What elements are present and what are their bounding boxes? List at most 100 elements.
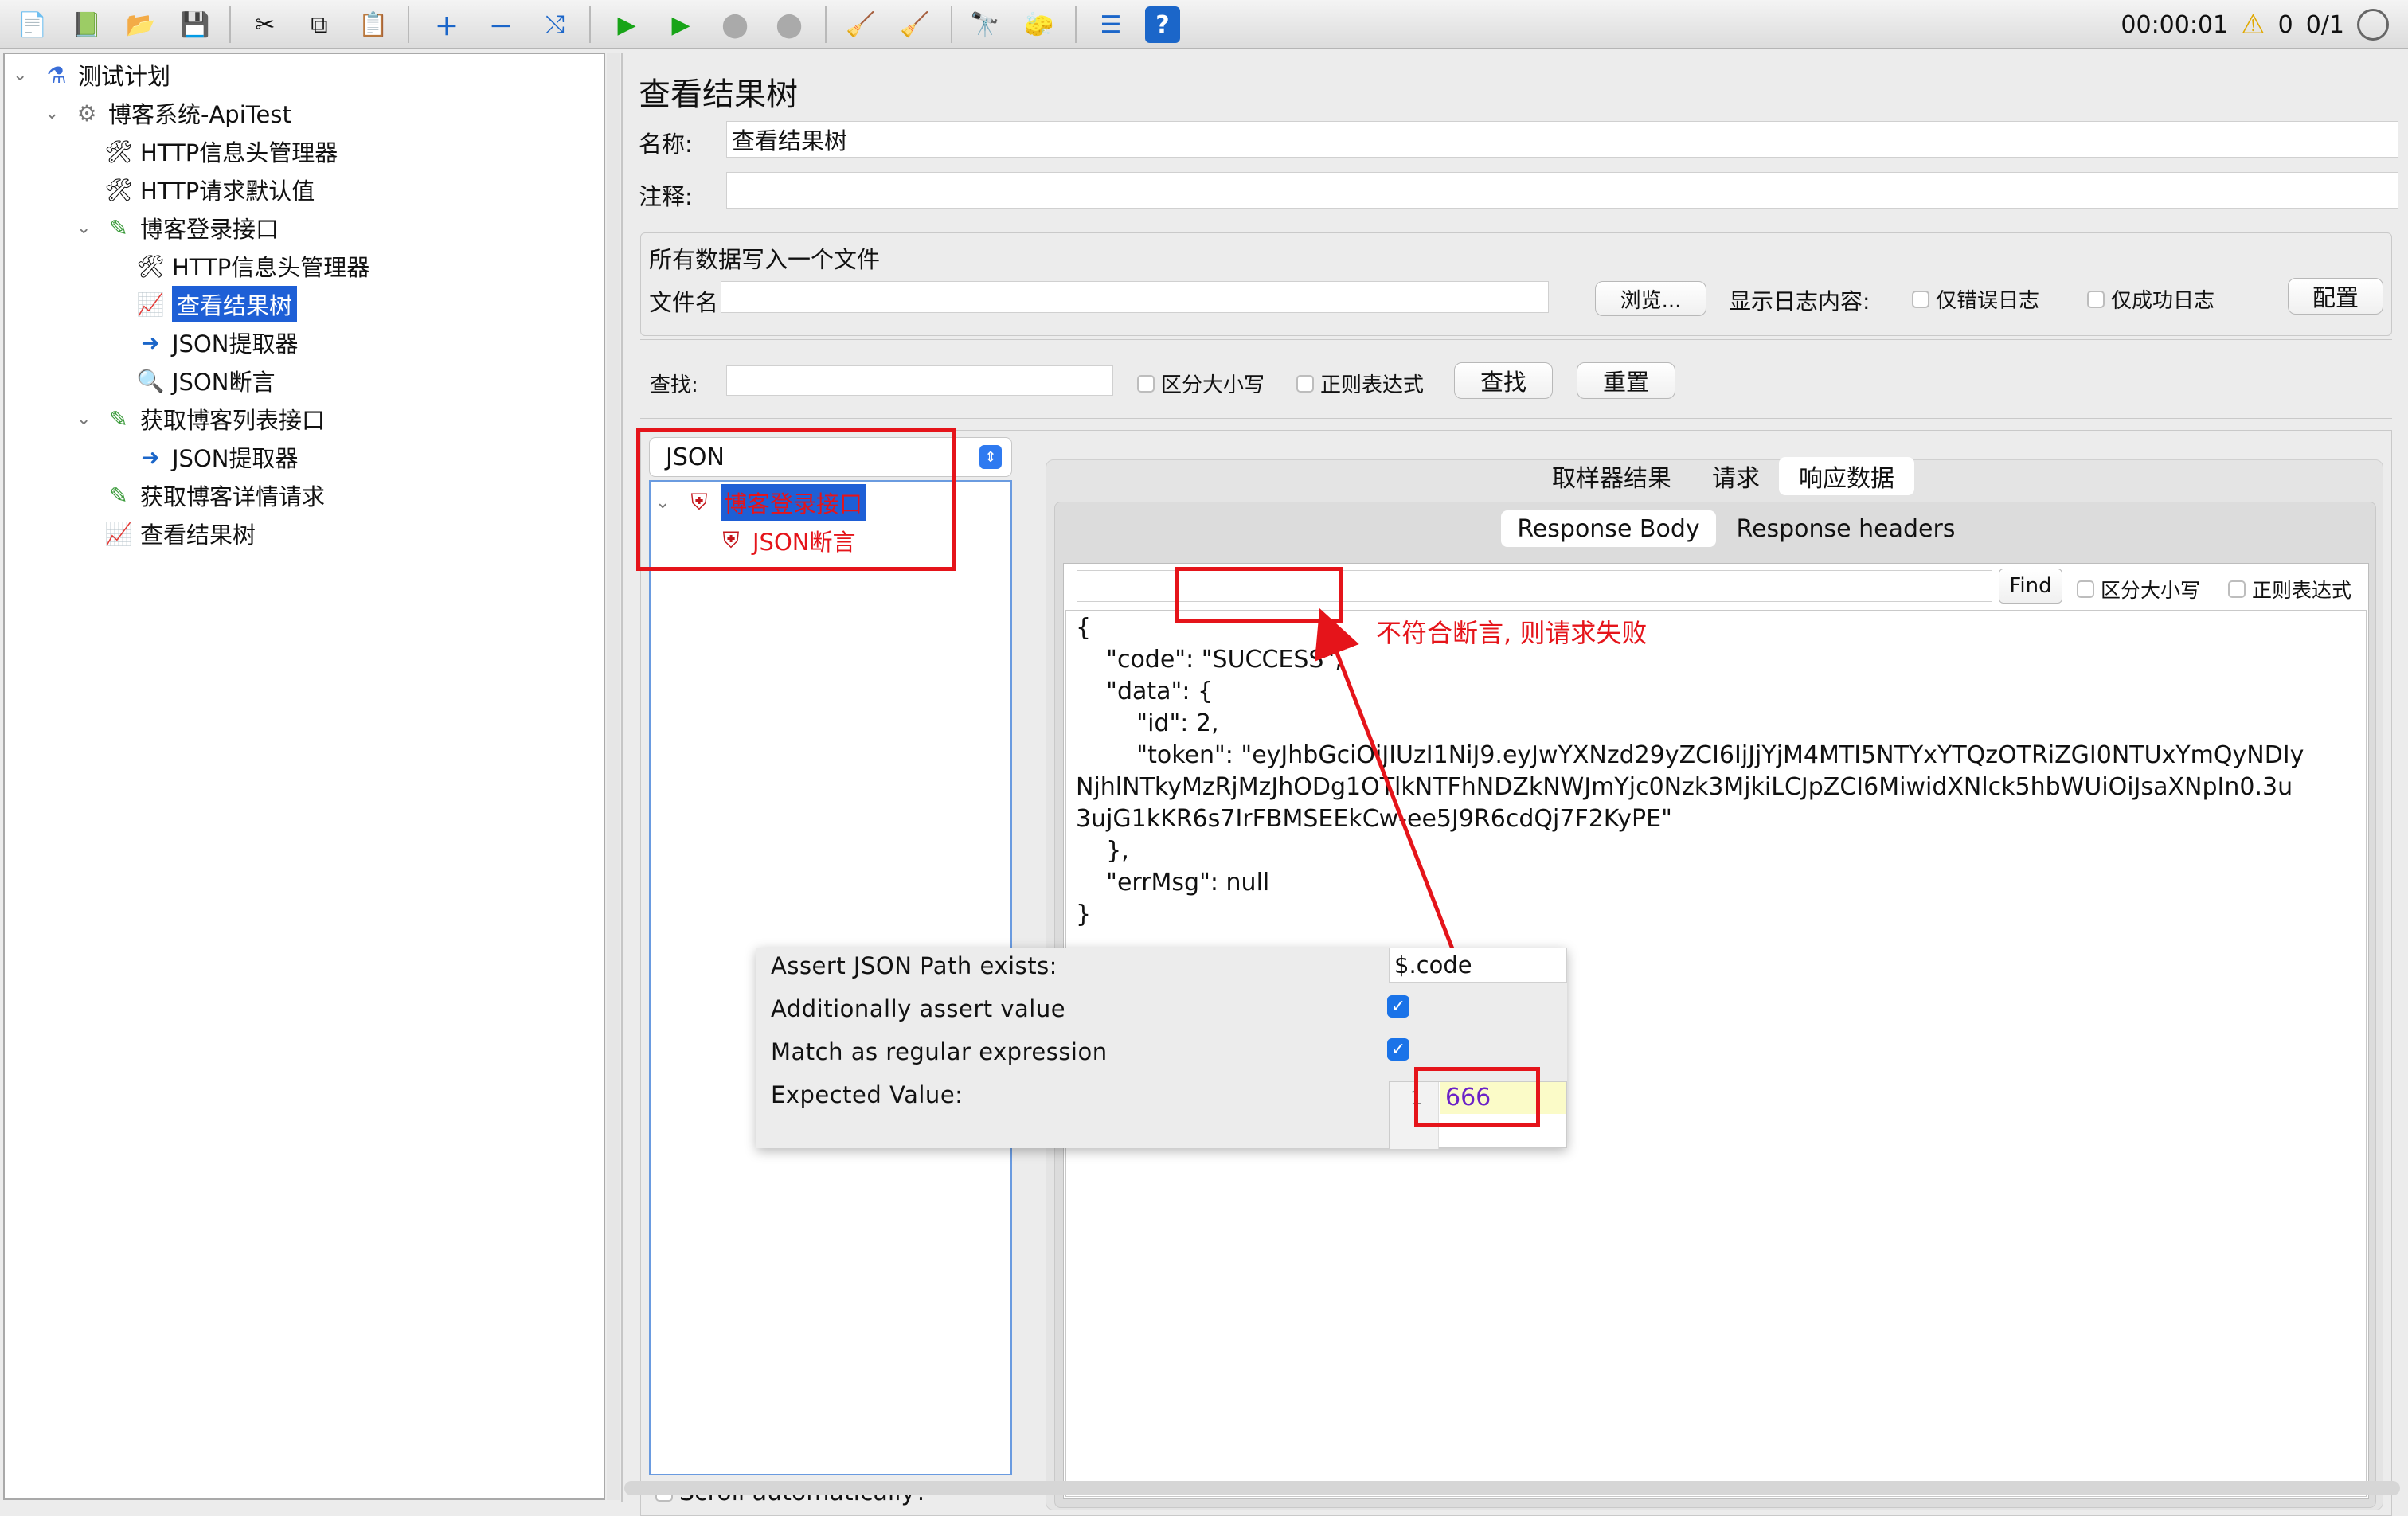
tree-node-label: 查看结果树 [172,286,298,322]
tree-node-label: 查看结果树 [140,522,256,549]
tree-node-login-sampler[interactable]: ✎ 博客登录接口 [102,210,279,245]
regex-match-checkbox[interactable]: ✓ [1387,1038,1409,1061]
open-icon[interactable]: 📂 [121,5,161,45]
warning-icon[interactable]: ⚠ [2241,9,2265,41]
comment-label: 注释: [639,183,693,210]
chevron-down-icon[interactable]: ⌄ [45,104,59,123]
tab-response-data[interactable]: 响应数据 [1779,457,1914,495]
name-field[interactable]: 查看结果树 [726,121,2398,158]
tree-node-json-extractor[interactable]: ➜ JSON提取器 [134,325,298,360]
warning-count: 0 [2277,10,2293,39]
cut-icon[interactable]: ✂ [245,5,285,45]
tree-node-thread-group[interactable]: ⚙ 博客系统-ApiTest [70,96,291,131]
tree-node-request-defaults[interactable]: 🛠 HTTP请求默认值 [102,172,315,207]
body-regex-checkbox[interactable]: 正则表达式 [2228,575,2351,604]
json-line: "id": 2, [1076,709,1219,737]
pipette-icon: ✎ [109,482,128,509]
subtab-response-body[interactable]: Response Body [1501,510,1716,547]
filename-input[interactable] [721,281,1549,313]
json-line: }, [1076,837,1129,865]
toolbar-separator [589,6,591,43]
tree-node-detail-sampler[interactable]: ✎ 获取博客详情请求 [102,478,325,513]
extractor-icon: ➜ [141,443,160,471]
search-icon[interactable]: 🔭 [965,5,1005,45]
case-sensitive-checkbox[interactable]: 区分大小写 [1137,369,1265,398]
pane-splitter[interactable] [607,53,620,1500]
start-icon[interactable]: ▶ [607,5,647,45]
toolbar-separator [229,6,231,43]
tree-node-label: 博客系统-ApiTest [108,101,291,128]
status-area: 00:00:01 ⚠ 0 0/1 [2121,0,2389,49]
reset-search-icon[interactable]: 🧽 [1019,5,1059,45]
copy-icon[interactable]: ⧉ [299,5,339,45]
json-path-input[interactable]: $.code [1389,947,1567,983]
clear-all-icon[interactable]: 🧹 [895,5,935,45]
tree-node-label: JSON提取器 [172,445,299,472]
assert-value-checkbox[interactable]: ✓ [1387,995,1409,1018]
new-icon[interactable]: 📄 [13,5,53,45]
stop-icon[interactable]: ⬤ [715,5,755,45]
log-display-label: 显示日志内容: [1729,288,1870,315]
toggle-icon[interactable]: ⤭ [535,5,575,45]
regex-checkbox[interactable]: 正则表达式 [1296,369,1424,398]
configure-button[interactable]: 配置 [2288,278,2383,315]
tree-node-json-assertion[interactable]: 🔍 JSON断言 [134,363,276,398]
search-input[interactable] [726,365,1113,396]
comment-field[interactable] [726,172,2398,209]
tree-node-label: 获取博客列表接口 [140,407,326,434]
success-only-label: 仅成功日志 [2111,289,2215,313]
tree-node-label: JSON断言 [172,369,276,396]
chevron-down-icon[interactable]: ⌄ [76,409,91,429]
tab-request[interactable]: 请求 [1696,457,1776,495]
json-line: "token": "eyJhbGciOiJIUzI1NiJ9.eyJwYXNzd… [1076,741,2304,769]
tree-node-header-manager[interactable]: 🛠 HTTP信息头管理器 [134,248,369,283]
chevron-down-icon[interactable]: ⌄ [13,65,27,85]
json-line: NjhlNTkyMzRjMzJhODg1OTlkNTFhNDZkNWJmYjc0… [1076,773,2293,801]
body-case-checkbox[interactable]: 区分大小写 [2077,575,2200,604]
errors-only-checkbox[interactable]: 仅错误日志 [1912,284,2039,314]
find-button[interactable]: 查找 [1454,362,1553,399]
tree-node-label: JSON提取器 [172,330,299,358]
body-regex-label: 正则表达式 [2252,579,2352,602]
toolbar: 📄 📗 📂 💾 ✂ ⧉ 📋 ＋ － ⤭ ▶ ▶ ⬤ ⬤ 🧹 🧹 🔭 🧽 ☰ ? … [0,0,2408,49]
tree-node-results-tree-selected[interactable]: 📈 查看结果树 [134,286,298,322]
start-no-pause-icon[interactable]: ▶ [661,5,701,45]
test-plan-tree[interactable]: ⌄ ⚗ 测试计划 ⌄ ⚙ 博客系统-ApiTest 🛠 HTTP信息头管理器 🛠… [3,53,605,1500]
json-path-value: $.code [1394,951,1472,979]
browse-button[interactable]: 浏览... [1595,281,1706,316]
elapsed-timer: 00:00:01 [2121,10,2229,39]
chevron-down-icon[interactable]: ⌄ [76,218,91,238]
function-helper-icon[interactable]: ☰ [1091,5,1131,45]
tree-node-root[interactable]: ⚗ 测试计划 [40,57,170,92]
name-value: 查看结果树 [732,127,848,154]
tree-node-header-manager[interactable]: 🛠 HTTP信息头管理器 [102,134,338,169]
clear-icon[interactable]: 🧹 [841,5,881,45]
collapse-icon[interactable]: － [481,5,521,45]
tree-node-list-sampler[interactable]: ✎ 获取博客列表接口 [102,401,325,436]
magnifier-icon: 🔍 [136,367,165,394]
highlight-box-expected [1414,1067,1540,1127]
assert-value-label: Additionally assert value [771,995,1066,1022]
tree-node-label: HTTP请求默认值 [140,178,315,205]
results-tree-panel: 查看结果树 名称: 查看结果树 注释: 所有数据写入一个文件 文件名 浏览...… [621,53,2405,1516]
expand-icon[interactable]: ＋ [427,5,467,45]
templates-icon[interactable]: 📗 [67,5,107,45]
json-line: "data": { [1076,678,1214,705]
graph-icon: 📈 [104,520,133,547]
wrench-icon: 🛠 [136,252,165,279]
paste-icon[interactable]: 📋 [354,5,393,45]
tree-node-results-tree[interactable]: 📈 查看结果树 [102,516,256,551]
toolbar-separator [951,6,952,43]
expected-value-label: Expected Value: [771,1081,964,1108]
tree-node-json-extractor[interactable]: ➜ JSON提取器 [134,440,298,475]
json-line: "errMsg": null [1076,869,1270,897]
tab-sampler-result[interactable]: 取样器结果 [1532,457,1691,495]
subtab-response-headers[interactable]: Response headers [1719,510,1972,547]
help-icon[interactable]: ? [1145,6,1180,43]
shutdown-icon[interactable]: ⬤ [769,5,809,45]
reset-button[interactable]: 重置 [1577,362,1675,399]
success-only-checkbox[interactable]: 仅成功日志 [2087,284,2214,314]
horizontal-scrollbar[interactable] [624,1481,2400,1495]
save-icon[interactable]: 💾 [175,5,215,45]
body-find-button[interactable]: Find [1999,568,2062,604]
